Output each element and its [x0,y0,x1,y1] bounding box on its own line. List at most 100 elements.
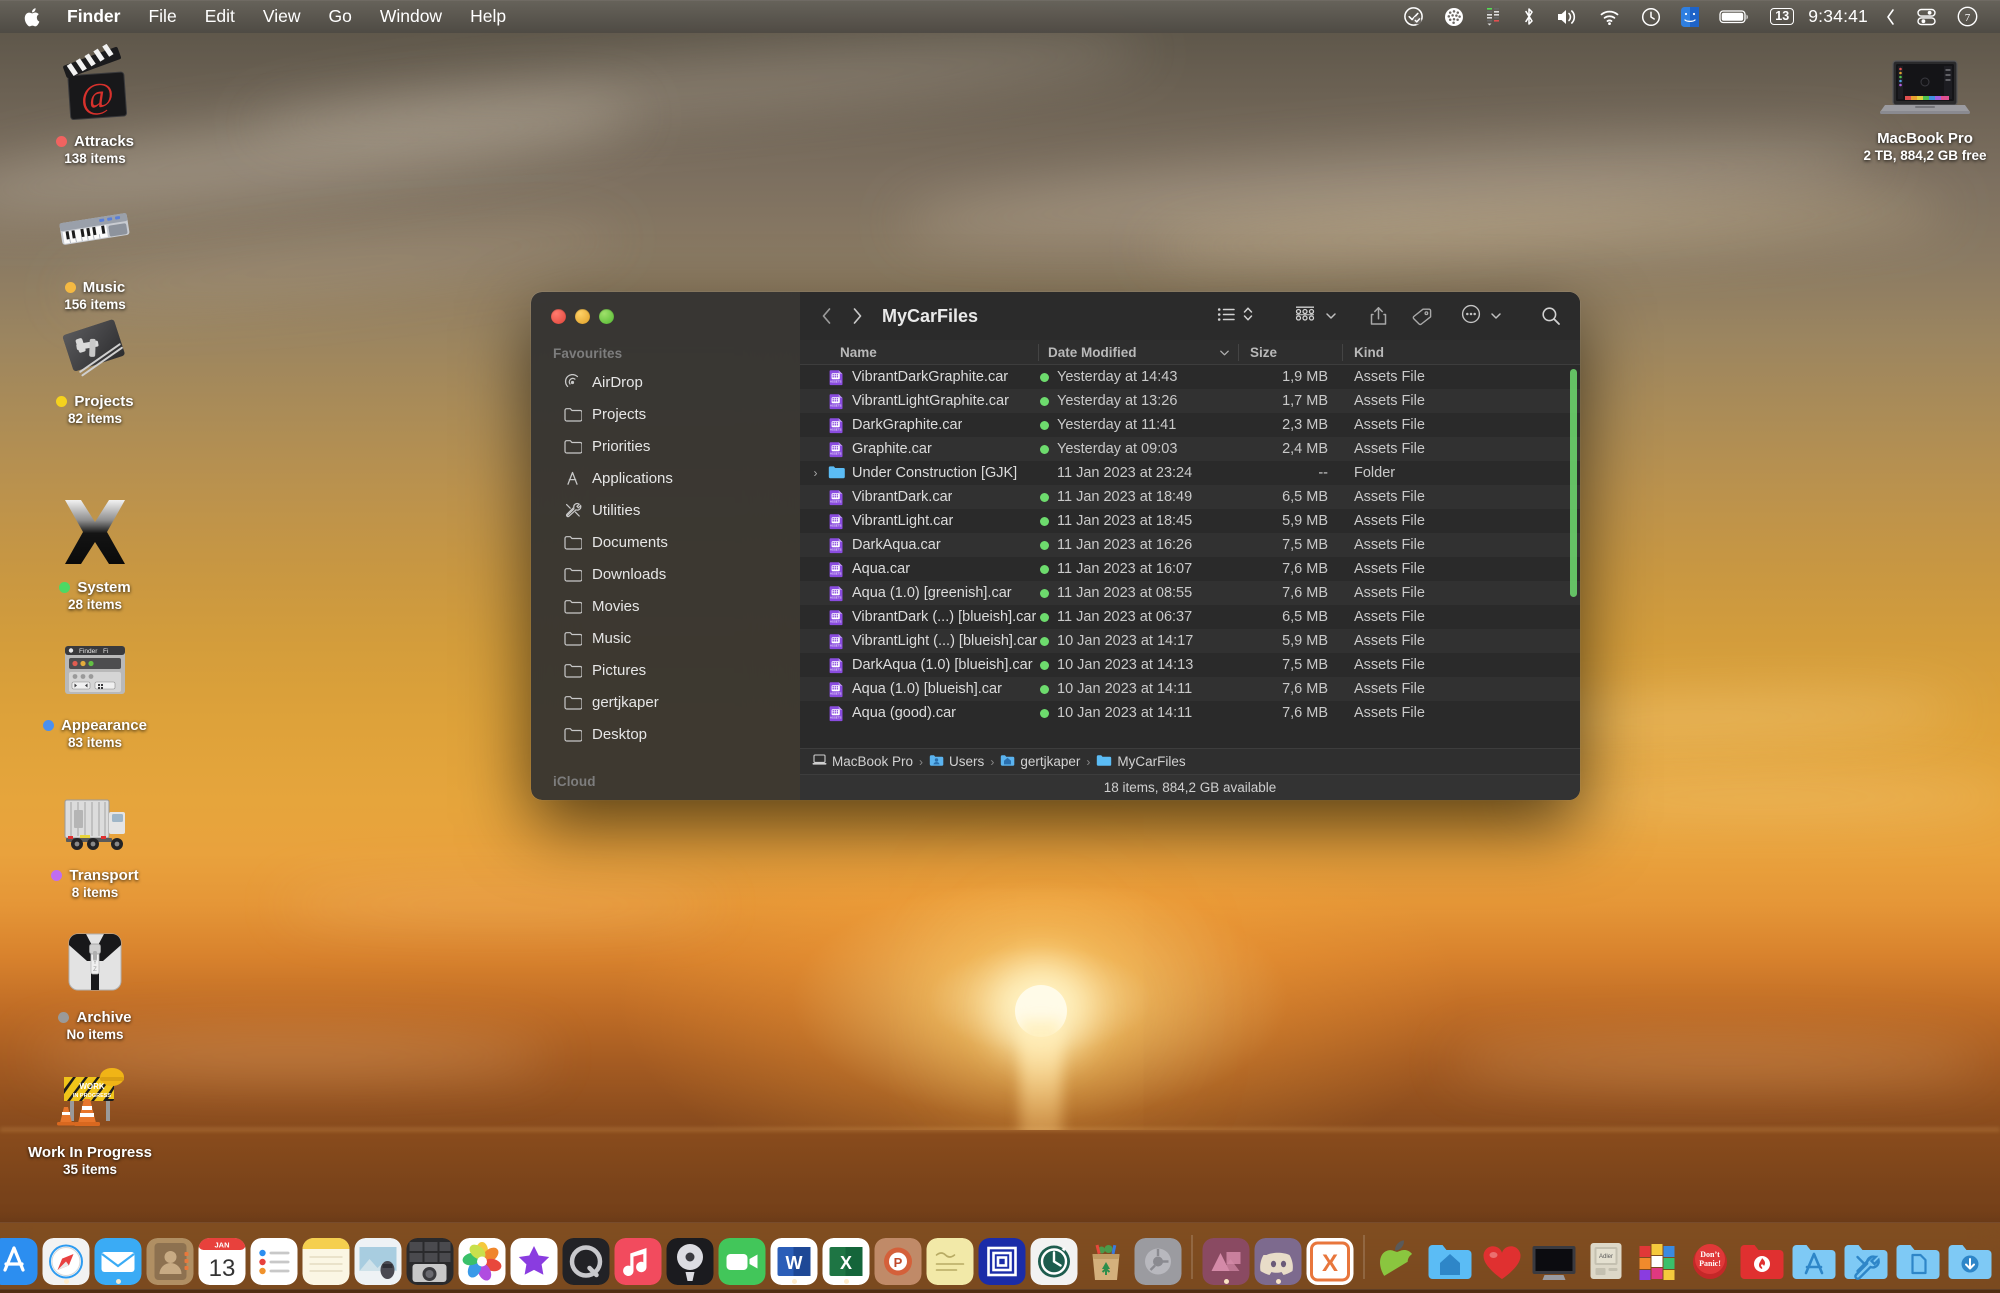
equalizer-icon[interactable] [1474,0,1512,33]
wifi-icon[interactable] [1589,0,1631,33]
forward-chevron-icon[interactable] [842,302,872,330]
dock-item-display[interactable] [1530,1227,1579,1285]
vertical-scrollbar[interactable] [1570,369,1577,597]
battery-icon[interactable] [1709,0,1760,33]
sidebar-item-applications[interactable]: Applications [541,462,790,494]
menu-item-view[interactable]: View [249,0,315,33]
close-button[interactable] [551,308,566,324]
dock-item-stickies[interactable] [926,1227,975,1285]
table-row[interactable]: ASSETS Graphite.car Yesterday at 09:03 2,4 … [800,437,1580,461]
desktop-icon-music[interactable]: Music 156 items [20,190,170,312]
table-row[interactable]: ASSETS Aqua (1.0) [blueish].car 10 Jan 202… [800,677,1580,701]
menu-bar-clock[interactable]: 9:34:41 [1804,0,1876,33]
sidebar-item-documents[interactable]: Documents [541,526,790,558]
table-row[interactable]: ASSETS VibrantDark.car 11 Jan 2023 at 18:4… [800,485,1580,509]
siri-icon[interactable]: 7 [1947,0,1988,33]
dock-item-contacts[interactable] [146,1227,195,1285]
dock-item-apple[interactable] [1374,1227,1423,1285]
tag-icon[interactable] [1407,302,1437,330]
dock-item-keka[interactable] [978,1227,1027,1285]
search-icon[interactable] [1536,302,1566,330]
table-row[interactable]: ASSETS VibrantLight.car 11 Jan 2023 at 18:… [800,509,1580,533]
dock-item-reminders[interactable] [250,1227,299,1285]
group-view-icon[interactable] [1294,305,1316,327]
chevron-down-icon[interactable] [1325,308,1337,325]
dock-item-system-settings[interactable] [1134,1227,1183,1285]
dock-item-don-t-panic[interactable]: Don’t Panic! [1686,1227,1735,1285]
sidebar-item-priorities[interactable]: Priorities [541,430,790,462]
dock-item-documents-folder[interactable] [1894,1227,1943,1285]
back-chevron-icon[interactable] [812,302,842,330]
dock-item-podcasts[interactable] [666,1227,715,1285]
volume-icon[interactable] [1546,0,1589,33]
sidebar-item-pictures[interactable]: Pictures [541,654,790,686]
sidebar-item-gertjkaper[interactable]: gertjkaper [541,686,790,718]
sort-chevrons-icon[interactable] [1242,305,1254,327]
dock-item-facetime[interactable] [718,1227,767,1285]
path-component-gertjkaper[interactable]: gertjkaper [1000,754,1080,770]
table-row[interactable]: ASSETS DarkGraphite.car Yesterday at 11:41… [800,413,1580,437]
list-view-icon[interactable] [1217,306,1236,327]
dock-item-xcode[interactable]: X [1306,1227,1355,1285]
menu-item-help[interactable]: Help [456,0,520,33]
table-row[interactable]: ASSETS DarkAqua (1.0) [blueish].car 10 Jan… [800,653,1580,677]
dock-item-music[interactable] [614,1227,663,1285]
checkmark-circle-icon[interactable] [1393,0,1434,33]
sidebar-item-downloads[interactable]: Downloads [541,558,790,590]
table-row[interactable]: ASSETS VibrantLightGraphite.car Yesterday … [800,389,1580,413]
table-row[interactable]: ASSETS Aqua.car 11 Jan 2023 at 16:07 7,6 MB… [800,557,1580,581]
menu-item-file[interactable]: File [134,0,190,33]
control-center-icon[interactable] [1906,0,1947,33]
dock-item-classic-mac[interactable]: Adler [1582,1227,1631,1285]
dock-item-rubik-cube[interactable] [1634,1227,1683,1285]
dock-item-trash-bag[interactable] [1082,1227,1131,1285]
dock-item-affinity-photo[interactable] [1202,1227,1251,1285]
desktop-icon-attracks[interactable]: @ Attracks 138 items [20,43,170,166]
apple-logo-icon[interactable] [14,0,53,33]
table-row[interactable]: ASSETS DarkAqua.car 11 Jan 2023 at 16:26 7,… [800,533,1580,557]
finder-file-list-container[interactable]: ASSETS VibrantDarkGraphite.car Yesterday a… [800,365,1580,748]
sidebar-item-music[interactable]: Music [541,622,790,654]
bluetooth-icon[interactable] [1512,0,1546,33]
dock-item-applications-folder[interactable] [1790,1227,1839,1285]
desktop-icon-transport[interactable]: Transport 8 items [20,778,170,900]
desktop-icon-projects[interactable]: Projects 82 items [20,304,170,426]
chevron-down-icon[interactable] [1490,308,1502,325]
desktop-icon-archive[interactable]: Y Z Archive No items [20,920,170,1042]
dock-item-notes[interactable] [302,1227,351,1285]
more-actions-icon[interactable] [1461,304,1481,328]
group-view-group[interactable] [1286,305,1345,327]
path-component-users[interactable]: Users [929,754,984,770]
desktop-icon-system[interactable]: System 28 items [20,490,170,612]
table-row[interactable]: ASSETS Aqua (1.0) [greenish].car 11 Jan 20… [800,581,1580,605]
menu-item-edit[interactable]: Edit [191,0,249,33]
dock-item-microsoft-excel[interactable]: X [822,1227,871,1285]
desktop-icon-macbook-pro-drive[interactable]: MacBook Pro 2 TB, 884,2 GB free [1845,55,2000,163]
time-machine-icon[interactable] [1631,0,1671,33]
dock-item-app-store[interactable] [0,1227,39,1285]
finder-window[interactable]: Favourites AirDrop Projects Priorities A… [531,292,1580,800]
colorpicker-dots-icon[interactable] [1434,0,1474,33]
dock-item-photos[interactable] [458,1227,507,1285]
column-header-size[interactable]: Size [1238,340,1342,365]
path-component-mycarfiles[interactable]: MyCarFiles [1096,754,1186,770]
dock-item-imovie[interactable] [510,1227,559,1285]
desktop-icon-work-in-progress[interactable]: WORK IN PROGRESS Work In Progress 35 ite… [15,1055,165,1177]
more-actions-group[interactable] [1453,304,1510,328]
table-row[interactable]: ASSETS VibrantDarkGraphite.car Yesterday a… [800,365,1580,389]
path-component-macbook-pro[interactable]: MacBook Pro [812,754,913,769]
dock-item-home-folder[interactable] [1426,1227,1475,1285]
table-row[interactable]: ASSETS Aqua (good).car 10 Jan 2023 at 14:1… [800,701,1580,725]
disclosure-triangle-icon[interactable]: › [810,466,821,480]
sidebar-item-projects[interactable]: Projects [541,398,790,430]
sidebar-item-movies[interactable]: Movies [541,590,790,622]
dock-item-heart[interactable] [1478,1227,1527,1285]
column-header-kind[interactable]: Kind [1342,340,1580,365]
table-row[interactable]: › Under Construction [GJK] 11 Jan 2023 at … [800,461,1580,485]
sidebar-item-desktop[interactable]: Desktop [541,718,790,750]
date-badge[interactable]: 13 [1760,0,1804,33]
dock-item-preview[interactable] [354,1227,403,1285]
desktop-icon-appearance[interactable]: Finder Fi Appearance 83 items [20,628,170,750]
dock-item-downloads-folder[interactable] [1946,1227,1995,1285]
dock-item-red-folder[interactable] [1738,1227,1787,1285]
